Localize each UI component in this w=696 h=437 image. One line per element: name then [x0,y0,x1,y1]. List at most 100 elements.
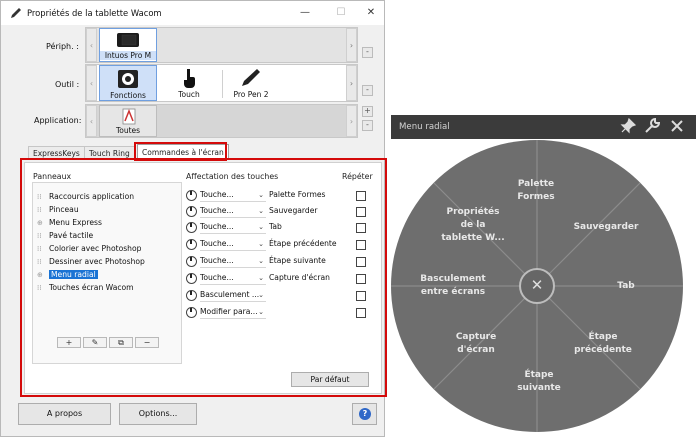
tool-name-fonctions: Fonctions [110,91,146,100]
remove-panel-button[interactable]: − [135,337,159,348]
segment-tab[interactable]: Tab [596,280,656,293]
segment-etape-precedente[interactable]: Étape précédente [563,331,643,357]
key-select[interactable]: Touche... ⌄ [200,255,266,268]
list-item[interactable]: ⁞⁞ Dessiner avec Photoshop [37,256,145,268]
function-name: Palette Formes [269,190,326,199]
repeat-checkbox[interactable] [356,291,366,301]
dots-icon: ⁞⁞ [37,258,42,266]
tool-fonctions[interactable]: Fonctions [99,65,157,101]
pin-icon[interactable] [619,117,637,136]
list-item[interactable]: ⁞⁞ Pinceau [37,204,79,216]
segment-position-icon [186,290,197,301]
dots-icon: ⁞⁞ [37,193,42,201]
peripheral-scroll-left[interactable]: ‹ [86,28,97,62]
chevron-down-icon: ⌄ [258,257,264,265]
about-button[interactable]: A propos [18,403,111,425]
application-scroll-left[interactable]: ‹ [86,105,97,137]
wrench-icon[interactable] [643,117,661,136]
close-button[interactable]: ✕ [357,4,385,22]
panels-header: Panneaux [33,172,72,181]
segment-position-icon [186,273,197,284]
segment-sauvegarder[interactable]: Sauvegarder [566,221,646,234]
repeat-checkbox[interactable] [356,207,366,217]
function-name: Étape suivante [269,256,326,265]
assignment-row: Touche... ⌄ Sauvegarder [186,205,376,219]
repeat-checkbox[interactable] [356,257,366,267]
radial-icon: ⊕ [37,219,43,227]
assignment-row: Touche... ⌄ Étape précédente [186,238,376,252]
list-item[interactable]: ⁞⁞ Pavé tactile [37,230,93,242]
app-toutes[interactable]: Toutes [99,105,157,137]
help-icon: ? [359,408,371,420]
radial-menu-title: Menu radial [399,122,450,132]
peripheral-label: Périph. : [46,42,79,51]
chevron-down-icon: ⌄ [258,207,264,215]
segment-etape-suivante[interactable]: Étape suivante [499,369,579,395]
key-select[interactable]: Touche... ⌄ [200,238,266,251]
dots-icon: ⁞⁞ [37,245,42,253]
repeat-checkbox[interactable] [356,191,366,201]
key-select[interactable]: Touche... ⌄ [200,189,266,202]
duplicate-panel-button[interactable]: ⧉ [109,337,133,348]
remove-tool-button[interactable]: - [362,85,373,96]
key-select[interactable]: Basculement ... ⌄ [200,289,266,302]
panels-list: ⁞⁞ Raccourcis application ⁞⁞ Pinceau ⊕ Menu… [32,182,182,364]
tool-scroll-left[interactable]: ‹ [86,65,97,101]
title-bar: Propriétés de la tablette Wacom — ☐ ✕ [1,1,384,25]
repeat-checkbox[interactable] [356,308,366,318]
minimize-button[interactable]: — [291,4,319,22]
remove-peripheral-button[interactable]: - [362,47,373,58]
function-name: Sauvegarder [269,206,318,215]
segment-basculement-ecrans[interactable]: Basculement entre écrans [407,273,499,299]
segment-palette-formes[interactable]: Palette Formes [496,178,576,204]
key-select[interactable]: Touche... ⌄ [200,221,266,234]
key-select[interactable]: Touche... ⌄ [200,205,266,218]
assignment-row: Touche... ⌄ Palette Formes [186,189,376,203]
list-item[interactable]: ⊕ Menu Express [37,217,102,229]
repeat-checkbox[interactable] [356,223,366,233]
segment-proprietes-tablette[interactable]: Propriétés de la tablette W... [431,206,515,245]
add-application-button[interactable]: + [362,106,373,117]
key-select[interactable]: Modifier para... ⌄ [200,306,266,319]
close-icon[interactable] [668,118,686,136]
add-panel-button[interactable]: + [57,337,81,348]
segment-position-icon [186,190,197,201]
repeat-header: Répéter [342,172,373,181]
list-item[interactable]: ⁞⁞ Raccourcis application [37,191,134,203]
list-item[interactable]: ⁞⁞ Colorier avec Photoshop [37,243,141,255]
remove-application-button[interactable]: - [362,120,373,131]
repeat-checkbox[interactable] [356,240,366,250]
application-scroll-right[interactable]: › [346,105,357,137]
assignment-row: Modifier para... ⌄ [186,306,376,320]
wacom-pen-icon [11,8,21,18]
options-button[interactable]: Options... [119,403,197,425]
all-apps-icon [122,108,136,125]
list-item-selected[interactable]: ⊕ Menu radial [37,269,98,281]
segment-position-icon [186,239,197,250]
peripheral-scroll-right[interactable]: › [346,28,357,62]
tool-scroll-right[interactable]: › [346,65,357,101]
list-item[interactable]: ⁞⁞ Touches écran Wacom [37,282,134,294]
assignment-row: Basculement ... ⌄ [186,289,376,303]
functions-icon [118,70,138,88]
radial-close-icon[interactable]: ✕ [529,276,545,294]
tool-touch[interactable]: Touch [160,65,218,101]
application-label: Application: [34,116,82,125]
segment-capture-ecran[interactable]: Capture d'écran [436,331,516,357]
segment-position-icon [186,222,197,233]
repeat-checkbox[interactable] [356,274,366,284]
key-select[interactable]: Touche... ⌄ [200,272,266,285]
hand-touch-icon [184,69,195,88]
function-name: Capture d'écran [269,273,330,282]
function-name: Tab [269,222,282,231]
tool-pro-pen-2[interactable]: Pro Pen 2 [222,65,280,101]
maximize-button[interactable]: ☐ [327,4,355,22]
dots-icon: ⁞⁞ [37,206,42,214]
device-intuos-pro-m[interactable]: Intuos Pro M [99,28,157,62]
help-button[interactable]: ? [352,403,377,425]
tool-name-touch: Touch [178,90,200,99]
default-button[interactable]: Par défaut [291,372,369,387]
radial-menu: ✕ Palette Formes Sauvegarder Tab Étape pré… [391,139,696,437]
radial-icon: ⊕ [37,271,43,279]
edit-panel-button[interactable]: ✎ [83,337,107,348]
